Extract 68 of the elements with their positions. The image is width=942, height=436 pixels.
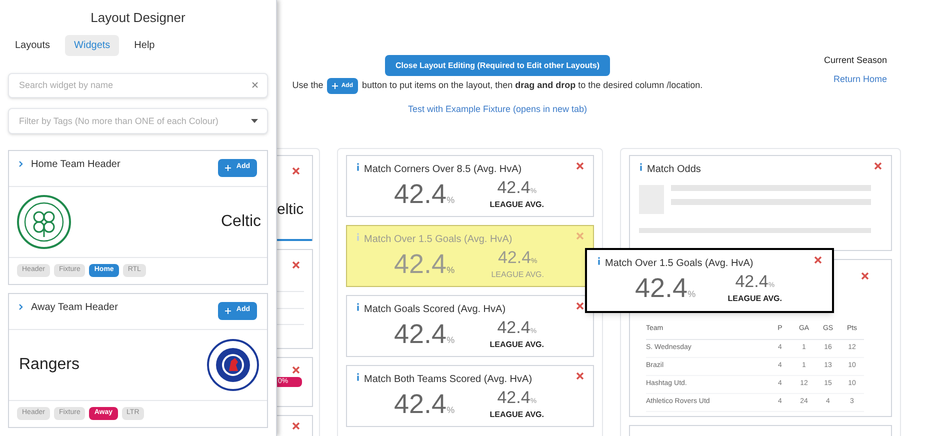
close-icon[interactable] [292, 366, 300, 374]
league-value: 42.4 [497, 390, 530, 406]
widget-title: Away Team Header [31, 300, 118, 314]
caret-icon [251, 118, 258, 122]
sidebar-tab[interactable]: Widgets [65, 35, 120, 56]
percent-unit: % [446, 264, 455, 277]
return-home-link[interactable]: Return Home [833, 72, 887, 86]
close-icon[interactable] [874, 162, 882, 170]
stat-value: 42.4 [635, 273, 688, 303]
stat-value: 42.4 [394, 249, 447, 279]
league-average-label: LEAGUE AVG. [728, 294, 782, 303]
clear-icon[interactable] [252, 82, 258, 88]
stat-value: 42.4 [394, 319, 447, 349]
instruction-text: button to put items on the layout, then drag and drop to the desired column /location. [362, 79, 703, 92]
widget-card[interactable]: Match Odds [629, 155, 892, 251]
league-value: 42.4 [497, 320, 530, 336]
close-icon[interactable] [576, 372, 584, 380]
sidebar-title: Layout Designer [90, 9, 186, 24]
widget-title: Match Odds [647, 163, 701, 177]
close-icon[interactable] [576, 162, 584, 170]
close-icon[interactable] [292, 167, 300, 175]
league-value: 42.4 [735, 274, 768, 290]
team-name: Celtic [220, 212, 261, 232]
sidebar-tab[interactable]: Help [125, 35, 164, 56]
league-value: 42.4 [498, 250, 532, 266]
close-layout-editing-button[interactable]: Close Layout Editing (Required to Edit other Layouts) [385, 55, 610, 76]
team-name: Rangers [19, 354, 80, 374]
percent-unit: % [446, 194, 455, 207]
widget-title: Match Both Teams Scored (Avg. HvA) [364, 373, 532, 387]
search-field[interactable]: Search widget by name [8, 72, 268, 98]
stat-value: 42.4 [394, 389, 447, 419]
info-icon[interactable] [597, 257, 601, 265]
plus-icon [332, 83, 338, 89]
info-icon[interactable] [356, 303, 360, 311]
team-name: eltic [277, 200, 305, 220]
percent-unit: % [688, 288, 696, 301]
chevron-icon[interactable] [19, 304, 23, 310]
close-icon[interactable] [292, 261, 300, 269]
tab-indicator [277, 239, 312, 241]
widget-title: Home Team Header [31, 158, 120, 172]
chevron-icon[interactable] [19, 161, 23, 167]
close-icon[interactable] [292, 422, 300, 430]
info-icon[interactable] [356, 373, 360, 381]
widget-title: Match Goals Scored (Avg. HvA) [364, 303, 506, 317]
widget-title: Match Corners Over 8.5 (Avg. HvA) [364, 163, 522, 177]
close-icon[interactable] [576, 302, 584, 310]
league-average-label: LEAGUE AVG. [491, 270, 544, 279]
widget-title: Match Over 1.5 Goals (Avg. HvA) [364, 233, 512, 247]
club-crest-drawing [17, 194, 71, 248]
percent-unit: % [446, 334, 455, 347]
info-icon[interactable] [639, 163, 643, 171]
sidebar-tab[interactable]: Layouts [6, 35, 60, 56]
tag-filter-dropdown[interactable]: Filter by Tags (No more than ONE of each Colour) [8, 108, 268, 134]
league-average-label: LEAGUE AVG. [490, 410, 544, 419]
plus-icon [225, 164, 232, 170]
plus-icon [225, 308, 232, 314]
instruction-text: Use the [292, 79, 324, 92]
league-average-label: LEAGUE AVG. [490, 200, 544, 209]
info-icon[interactable] [356, 163, 360, 171]
stat-value: 42.4 [394, 179, 447, 209]
close-icon[interactable] [861, 272, 869, 280]
league-value: 42.4 [497, 180, 530, 196]
test-fixture-link[interactable]: Test with Example Fixture (opens in new tab) [408, 103, 588, 116]
percent-unit: % [446, 404, 455, 417]
league-average-label: LEAGUE AVG. [490, 340, 544, 349]
club-crest-drawing [207, 338, 259, 390]
season-label: Current Season [824, 54, 887, 67]
close-icon[interactable] [814, 256, 822, 264]
